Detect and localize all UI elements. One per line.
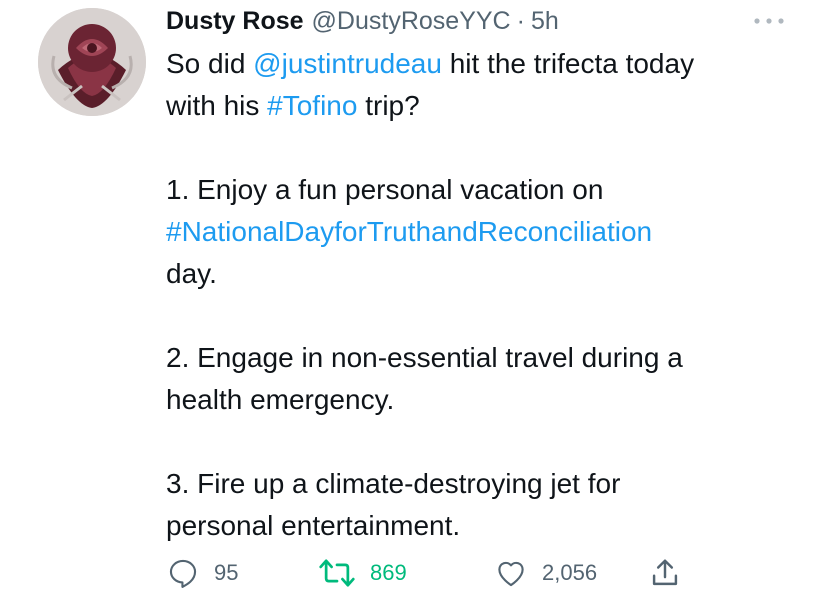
more-options-button[interactable] [752, 14, 786, 26]
reply-count: 95 [214, 560, 239, 585]
tweet-actions: 95 869 2,056 [166, 553, 726, 593]
retweet-icon [319, 559, 355, 587]
tweet-body: So did @justintrudeau hit the trifecta t… [166, 43, 806, 547]
tweet-line: with his #Tofino trip? [166, 85, 806, 127]
tweet-line: 1. Enjoy a fun personal vacation on [166, 174, 604, 205]
mention-link[interactable]: @justintrudeau [253, 48, 442, 79]
hashtag-link[interactable]: #NationalDayforTruthandReconciliation [166, 216, 652, 247]
more-options-icon [754, 18, 784, 24]
heart-icon [498, 561, 524, 587]
share-icon [652, 559, 678, 586]
retweet-count: 869 [370, 560, 407, 585]
tweet-text-segment: hit the trifecta today [441, 48, 695, 79]
tweet-line: So did @justintrudeau hit the trifecta t… [166, 43, 806, 85]
retweet-button[interactable]: 869 [318, 553, 407, 593]
tweet-line: health emergency. [166, 384, 395, 415]
tweet-line: day. [166, 258, 217, 289]
hashtag-link[interactable]: #Tofino [267, 90, 357, 121]
rose-avatar-icon [38, 8, 146, 116]
tweet-line: 3. Fire up a climate-destroying jet for [166, 468, 621, 499]
display-name[interactable]: Dusty Rose [166, 7, 304, 36]
tweet-line: #NationalDayforTruthandReconciliation [166, 211, 806, 253]
reply-button[interactable]: 95 [166, 553, 238, 593]
timestamp[interactable]: 5h [531, 7, 559, 36]
tweet-header: Dusty Rose @DustyRoseYYC · 5h [166, 4, 559, 38]
tweet-line: 2. Engage in non-essential travel during… [166, 342, 683, 373]
like-button[interactable]: 2,056 [494, 553, 597, 593]
separator-dot: · [516, 6, 525, 35]
tweet-text-segment: with his [166, 90, 268, 121]
reply-icon [169, 559, 197, 588]
avatar[interactable] [38, 8, 146, 116]
share-button[interactable] [650, 553, 680, 593]
tweet-text-segment: So did [166, 48, 254, 79]
user-handle[interactable]: @DustyRoseYYC [312, 7, 511, 36]
like-count: 2,056 [542, 560, 598, 585]
tweet-line: personal entertainment. [166, 510, 461, 541]
tweet-text-segment: trip? [357, 90, 420, 121]
